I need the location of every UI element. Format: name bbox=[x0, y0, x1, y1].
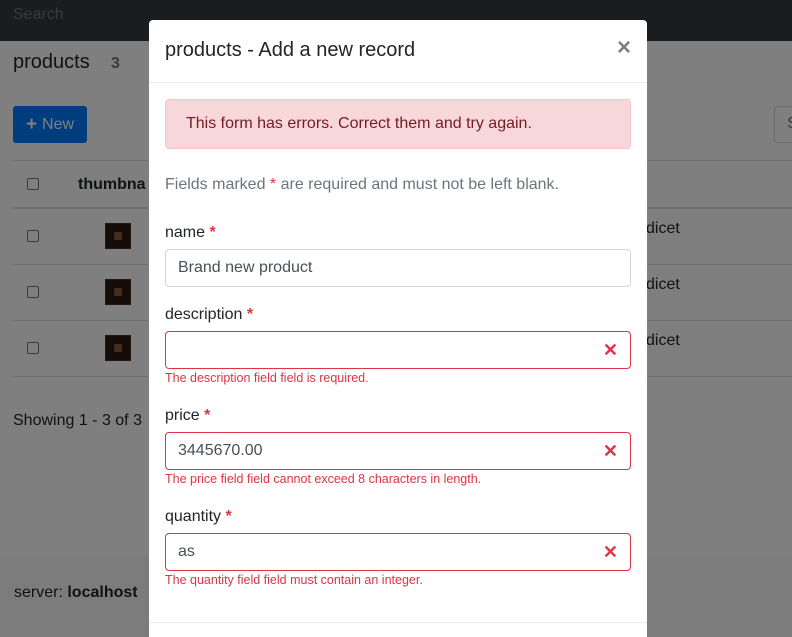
price-label-text: price bbox=[165, 407, 200, 424]
description-error-message: The description field field is required. bbox=[165, 371, 369, 385]
name-input-value: Brand new product bbox=[178, 259, 313, 276]
name-label: name * bbox=[165, 224, 216, 242]
hint-text-after: are required and must not be left blank. bbox=[276, 176, 559, 193]
description-label-text: description bbox=[165, 306, 243, 323]
price-input[interactable]: 3445670.00 ✕ bbox=[165, 432, 631, 470]
modal-title: products - Add a new record bbox=[165, 39, 416, 61]
quantity-label-text: quantity bbox=[165, 508, 222, 525]
form-error-alert: This form has errors. Correct them and t… bbox=[165, 99, 631, 149]
price-label: price * bbox=[165, 407, 210, 425]
price-input-value: 3445670.00 bbox=[178, 442, 263, 459]
name-input[interactable]: Brand new product bbox=[165, 249, 631, 287]
required-asterisk: * bbox=[209, 224, 216, 241]
required-fields-hint: Fields marked * are required and must no… bbox=[165, 176, 559, 194]
close-icon[interactable]: × bbox=[617, 36, 631, 60]
name-label-text: name bbox=[165, 224, 206, 241]
quantity-error-message: The quantity field field must contain an… bbox=[165, 573, 423, 587]
quantity-input-value: as bbox=[178, 543, 195, 560]
modal-footer-divider bbox=[149, 622, 647, 623]
price-error-message: The price field field cannot exceed 8 ch… bbox=[165, 472, 482, 486]
required-asterisk: * bbox=[225, 508, 232, 525]
quantity-label: quantity * bbox=[165, 508, 232, 526]
description-input[interactable]: ✕ bbox=[165, 331, 631, 369]
hint-text-before: Fields marked bbox=[165, 176, 270, 193]
add-record-modal: products - Add a new record × This form … bbox=[149, 20, 647, 637]
required-asterisk: * bbox=[246, 306, 254, 323]
required-asterisk: * bbox=[204, 407, 211, 424]
quantity-input[interactable]: as ✕ bbox=[165, 533, 631, 571]
error-x-icon: ✕ bbox=[602, 542, 618, 562]
modal-header: products - Add a new record × bbox=[149, 20, 647, 83]
description-label: description * bbox=[165, 306, 253, 324]
error-x-icon: ✕ bbox=[602, 441, 618, 461]
error-x-icon: ✕ bbox=[602, 340, 618, 360]
